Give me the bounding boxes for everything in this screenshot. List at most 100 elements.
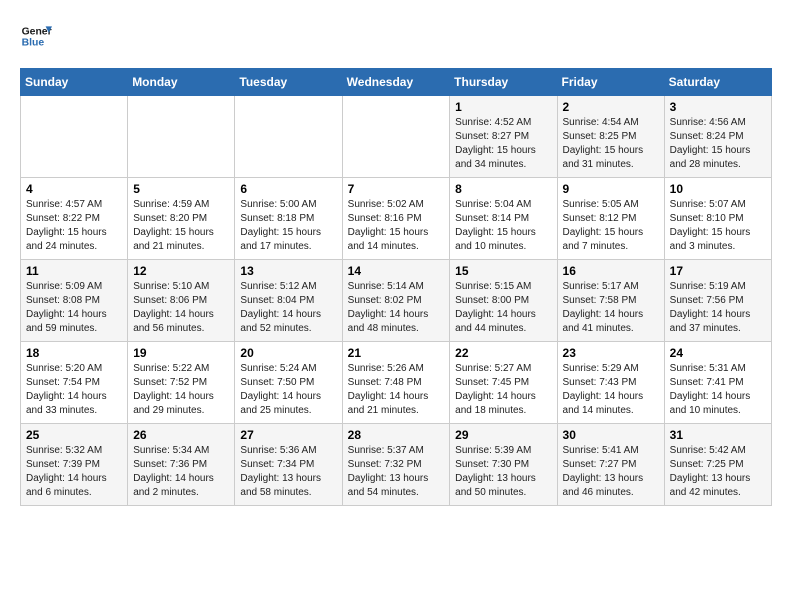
day-cell: 5 Sunrise: 4:59 AM Sunset: 8:20 PM Daylig… — [128, 178, 235, 260]
header-cell-thursday: Thursday — [450, 69, 557, 96]
day-number: 11 — [26, 264, 122, 278]
day-info: Sunrise: 5:42 AM Sunset: 7:25 PM Dayligh… — [670, 444, 766, 500]
day-info: Sunrise: 5:37 AM Sunset: 7:32 PM Dayligh… — [348, 444, 445, 500]
day-number: 5 — [133, 182, 229, 196]
day-cell: 4 Sunrise: 4:57 AM Sunset: 8:22 PM Daylig… — [21, 178, 128, 260]
day-cell: 2 Sunrise: 4:54 AM Sunset: 8:25 PM Daylig… — [557, 96, 664, 178]
day-info: Sunrise: 5:10 AM Sunset: 8:06 PM Dayligh… — [133, 280, 229, 336]
day-info: Sunrise: 5:36 AM Sunset: 7:34 PM Dayligh… — [240, 444, 336, 500]
calendar-header-row: SundayMondayTuesdayWednesdayThursdayFrid… — [21, 69, 772, 96]
day-number: 1 — [455, 100, 551, 114]
day-info: Sunrise: 4:57 AM Sunset: 8:22 PM Dayligh… — [26, 198, 122, 254]
day-number: 3 — [670, 100, 766, 114]
day-cell: 11 Sunrise: 5:09 AM Sunset: 8:08 PM Dayli… — [21, 260, 128, 342]
day-info: Sunrise: 5:31 AM Sunset: 7:41 PM Dayligh… — [670, 362, 766, 418]
day-cell: 12 Sunrise: 5:10 AM Sunset: 8:06 PM Dayli… — [128, 260, 235, 342]
day-cell: 28 Sunrise: 5:37 AM Sunset: 7:32 PM Dayli… — [342, 424, 450, 506]
calendar-body: 1 Sunrise: 4:52 AM Sunset: 8:27 PM Daylig… — [21, 96, 772, 506]
page-header: General Blue — [20, 20, 772, 52]
day-info: Sunrise: 5:07 AM Sunset: 8:10 PM Dayligh… — [670, 198, 766, 254]
logo: General Blue — [20, 20, 52, 52]
week-row-3: 11 Sunrise: 5:09 AM Sunset: 8:08 PM Dayli… — [21, 260, 772, 342]
day-cell: 26 Sunrise: 5:34 AM Sunset: 7:36 PM Dayli… — [128, 424, 235, 506]
day-info: Sunrise: 4:54 AM Sunset: 8:25 PM Dayligh… — [563, 116, 659, 172]
day-number: 4 — [26, 182, 122, 196]
day-cell: 16Sunrise: 5:17 AM Sunset: 7:58 PM Dayli… — [557, 260, 664, 342]
day-cell: 15 Sunrise: 5:15 AM Sunset: 8:00 PM Dayli… — [450, 260, 557, 342]
day-cell: 18Sunrise: 5:20 AM Sunset: 7:54 PM Dayli… — [21, 342, 128, 424]
header-cell-wednesday: Wednesday — [342, 69, 450, 96]
day-cell — [128, 96, 235, 178]
day-number: 12 — [133, 264, 229, 278]
day-number: 31 — [670, 428, 766, 442]
day-cell: 19 Sunrise: 5:22 AM Sunset: 7:52 PM Dayli… — [128, 342, 235, 424]
day-info: Sunrise: 5:34 AM Sunset: 7:36 PM Dayligh… — [133, 444, 229, 500]
day-cell: 29Sunrise: 5:39 AM Sunset: 7:30 PM Dayli… — [450, 424, 557, 506]
header-cell-monday: Monday — [128, 69, 235, 96]
week-row-4: 18Sunrise: 5:20 AM Sunset: 7:54 PM Dayli… — [21, 342, 772, 424]
day-info: Sunrise: 5:02 AM Sunset: 8:16 PM Dayligh… — [348, 198, 445, 254]
day-number: 26 — [133, 428, 229, 442]
day-cell: 23Sunrise: 5:29 AM Sunset: 7:43 PM Dayli… — [557, 342, 664, 424]
day-cell: 9 Sunrise: 5:05 AM Sunset: 8:12 PM Daylig… — [557, 178, 664, 260]
week-row-2: 4 Sunrise: 4:57 AM Sunset: 8:22 PM Daylig… — [21, 178, 772, 260]
calendar-table: SundayMondayTuesdayWednesdayThursdayFrid… — [20, 68, 772, 506]
day-cell: 20 Sunrise: 5:24 AM Sunset: 7:50 PM Dayli… — [235, 342, 342, 424]
day-info: Sunrise: 5:24 AM Sunset: 7:50 PM Dayligh… — [240, 362, 336, 418]
day-number: 10 — [670, 182, 766, 196]
day-cell: 17Sunrise: 5:19 AM Sunset: 7:56 PM Dayli… — [664, 260, 771, 342]
day-cell: 8Sunrise: 5:04 AM Sunset: 8:14 PM Daylig… — [450, 178, 557, 260]
logo-icon: General Blue — [20, 20, 52, 52]
header-cell-saturday: Saturday — [664, 69, 771, 96]
day-cell: 22Sunrise: 5:27 AM Sunset: 7:45 PM Dayli… — [450, 342, 557, 424]
day-info: Sunrise: 5:04 AM Sunset: 8:14 PM Dayligh… — [455, 198, 551, 254]
day-info: Sunrise: 5:00 AM Sunset: 8:18 PM Dayligh… — [240, 198, 336, 254]
day-info: Sunrise: 4:56 AM Sunset: 8:24 PM Dayligh… — [670, 116, 766, 172]
day-cell: 13Sunrise: 5:12 AM Sunset: 8:04 PM Dayli… — [235, 260, 342, 342]
day-cell: 7 Sunrise: 5:02 AM Sunset: 8:16 PM Daylig… — [342, 178, 450, 260]
day-cell — [21, 96, 128, 178]
day-number: 6 — [240, 182, 336, 196]
day-cell — [235, 96, 342, 178]
day-info: Sunrise: 5:05 AM Sunset: 8:12 PM Dayligh… — [563, 198, 659, 254]
day-number: 9 — [563, 182, 659, 196]
day-number: 25 — [26, 428, 122, 442]
day-number: 7 — [348, 182, 445, 196]
header-cell-tuesday: Tuesday — [235, 69, 342, 96]
week-row-5: 25Sunrise: 5:32 AM Sunset: 7:39 PM Dayli… — [21, 424, 772, 506]
day-number: 15 — [455, 264, 551, 278]
day-number: 24 — [670, 346, 766, 360]
day-info: Sunrise: 5:27 AM Sunset: 7:45 PM Dayligh… — [455, 362, 551, 418]
day-info: Sunrise: 5:15 AM Sunset: 8:00 PM Dayligh… — [455, 280, 551, 336]
day-cell: 3 Sunrise: 4:56 AM Sunset: 8:24 PM Daylig… — [664, 96, 771, 178]
day-number: 28 — [348, 428, 445, 442]
day-info: Sunrise: 5:12 AM Sunset: 8:04 PM Dayligh… — [240, 280, 336, 336]
day-cell: 1 Sunrise: 4:52 AM Sunset: 8:27 PM Daylig… — [450, 96, 557, 178]
day-info: Sunrise: 5:26 AM Sunset: 7:48 PM Dayligh… — [348, 362, 445, 418]
day-info: Sunrise: 5:14 AM Sunset: 8:02 PM Dayligh… — [348, 280, 445, 336]
day-info: Sunrise: 5:09 AM Sunset: 8:08 PM Dayligh… — [26, 280, 122, 336]
day-info: Sunrise: 4:59 AM Sunset: 8:20 PM Dayligh… — [133, 198, 229, 254]
day-info: Sunrise: 5:29 AM Sunset: 7:43 PM Dayligh… — [563, 362, 659, 418]
day-number: 14 — [348, 264, 445, 278]
day-number: 18 — [26, 346, 122, 360]
day-cell: 25Sunrise: 5:32 AM Sunset: 7:39 PM Dayli… — [21, 424, 128, 506]
day-info: Sunrise: 4:52 AM Sunset: 8:27 PM Dayligh… — [455, 116, 551, 172]
day-number: 21 — [348, 346, 445, 360]
day-cell: 27 Sunrise: 5:36 AM Sunset: 7:34 PM Dayli… — [235, 424, 342, 506]
day-number: 20 — [240, 346, 336, 360]
day-number: 19 — [133, 346, 229, 360]
week-row-1: 1 Sunrise: 4:52 AM Sunset: 8:27 PM Daylig… — [21, 96, 772, 178]
header-cell-friday: Friday — [557, 69, 664, 96]
day-number: 30 — [563, 428, 659, 442]
day-number: 29 — [455, 428, 551, 442]
header-cell-sunday: Sunday — [21, 69, 128, 96]
day-cell — [342, 96, 450, 178]
day-number: 2 — [563, 100, 659, 114]
day-info: Sunrise: 5:41 AM Sunset: 7:27 PM Dayligh… — [563, 444, 659, 500]
day-info: Sunrise: 5:19 AM Sunset: 7:56 PM Dayligh… — [670, 280, 766, 336]
day-cell: 31 Sunrise: 5:42 AM Sunset: 7:25 PM Dayli… — [664, 424, 771, 506]
day-info: Sunrise: 5:22 AM Sunset: 7:52 PM Dayligh… — [133, 362, 229, 418]
day-number: 27 — [240, 428, 336, 442]
day-cell: 6 Sunrise: 5:00 AM Sunset: 8:18 PM Daylig… — [235, 178, 342, 260]
